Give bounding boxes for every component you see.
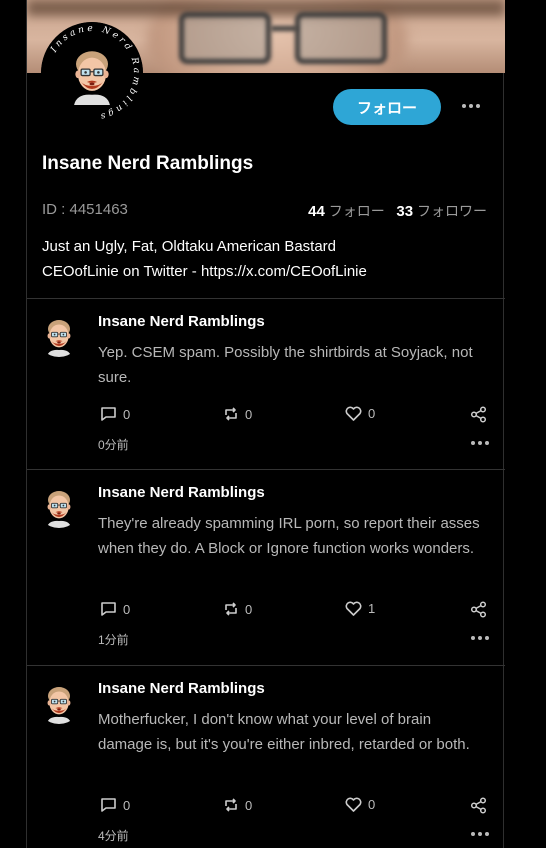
repost-count: 0 — [245, 797, 253, 813]
share-button[interactable] — [470, 797, 487, 814]
profile-more-icon[interactable] — [462, 104, 480, 108]
post-author[interactable]: Insane Nerd Ramblings — [98, 484, 265, 501]
like-count: 0 — [368, 406, 376, 421]
post-time[interactable]: 1分前 — [98, 631, 129, 648]
post-more-icon[interactable] — [471, 441, 489, 445]
heart-icon — [345, 797, 362, 812]
post-avatar[interactable] — [37, 484, 81, 528]
post-avatar[interactable] — [37, 680, 81, 724]
follow-button[interactable]: フォロー — [333, 89, 441, 125]
profile-bio: Just an Ugly, Fat, Oldtaku American Bast… — [42, 234, 367, 284]
repost-button[interactable]: 0 — [223, 601, 252, 617]
following-link[interactable]: 44 フォロー — [308, 203, 385, 220]
reply-count: 0 — [123, 406, 131, 422]
share-icon — [470, 406, 487, 423]
like-button[interactable]: 0 — [345, 406, 375, 421]
reply-count: 0 — [123, 797, 131, 813]
like-count: 0 — [368, 797, 376, 812]
share-button[interactable] — [470, 601, 487, 618]
repost-count: 0 — [245, 406, 253, 422]
share-icon — [470, 601, 487, 618]
profile-name: Insane Nerd Ramblings — [42, 153, 254, 174]
reply-count: 0 — [123, 601, 131, 617]
followers-label: フォロワー — [417, 203, 487, 219]
divider — [27, 665, 505, 666]
like-button[interactable]: 0 — [345, 797, 375, 812]
post-avatar[interactable] — [37, 313, 81, 357]
share-button[interactable] — [470, 406, 487, 423]
repost-button[interactable]: 0 — [223, 406, 252, 422]
post-author[interactable]: Insane Nerd Ramblings — [98, 680, 265, 697]
share-icon — [470, 797, 487, 814]
divider — [27, 298, 505, 299]
heart-icon — [345, 601, 362, 616]
post-text: They're already spamming IRL porn, so re… — [98, 515, 480, 557]
following-count: 44 — [308, 203, 325, 220]
post-more-icon[interactable] — [471, 636, 489, 640]
bio-line: Just an Ugly, Fat, Oldtaku American Bast… — [42, 238, 337, 255]
post-time[interactable]: 0分前 — [98, 436, 129, 453]
bio-line[interactable]: CEOofLinie on Twitter - https://x.com/CE… — [42, 259, 367, 284]
post-text: Motherfucker, I don't know what your lev… — [98, 711, 470, 753]
repost-count: 0 — [245, 601, 253, 617]
comment-icon — [101, 407, 116, 421]
following-label: フォロー — [328, 203, 385, 219]
profile-avatar[interactable]: Insane Nerd Ramblings — [41, 22, 143, 124]
repost-icon — [225, 798, 237, 812]
heart-icon — [345, 406, 362, 421]
reply-button[interactable]: 0 — [100, 601, 130, 617]
followers-link[interactable]: 33 フォロワー — [396, 203, 487, 220]
like-count: 1 — [368, 601, 376, 616]
profile-id: ID : 4451463 — [42, 201, 128, 218]
follow-counts: 44 フォロー 33 フォロワー — [308, 201, 487, 221]
reply-button[interactable]: 0 — [100, 406, 130, 422]
like-button[interactable]: 1 — [345, 601, 375, 616]
comment-icon — [101, 798, 116, 812]
reply-button[interactable]: 0 — [100, 797, 130, 813]
repost-icon — [225, 602, 237, 616]
repost-icon — [225, 407, 237, 421]
divider — [27, 469, 505, 470]
profile-column: Insane Nerd Ramblings フォロー Insane Nerd R… — [26, 0, 505, 848]
comment-icon — [101, 602, 116, 616]
post-more-icon[interactable] — [471, 832, 489, 836]
post-text: Yep. CSEM spam. Possibly the shirtbirds … — [98, 344, 473, 386]
post-time[interactable]: 4分前 — [98, 827, 129, 844]
repost-button[interactable]: 0 — [223, 797, 252, 813]
followers-count: 33 — [396, 203, 414, 220]
post-author[interactable]: Insane Nerd Ramblings — [98, 313, 265, 330]
